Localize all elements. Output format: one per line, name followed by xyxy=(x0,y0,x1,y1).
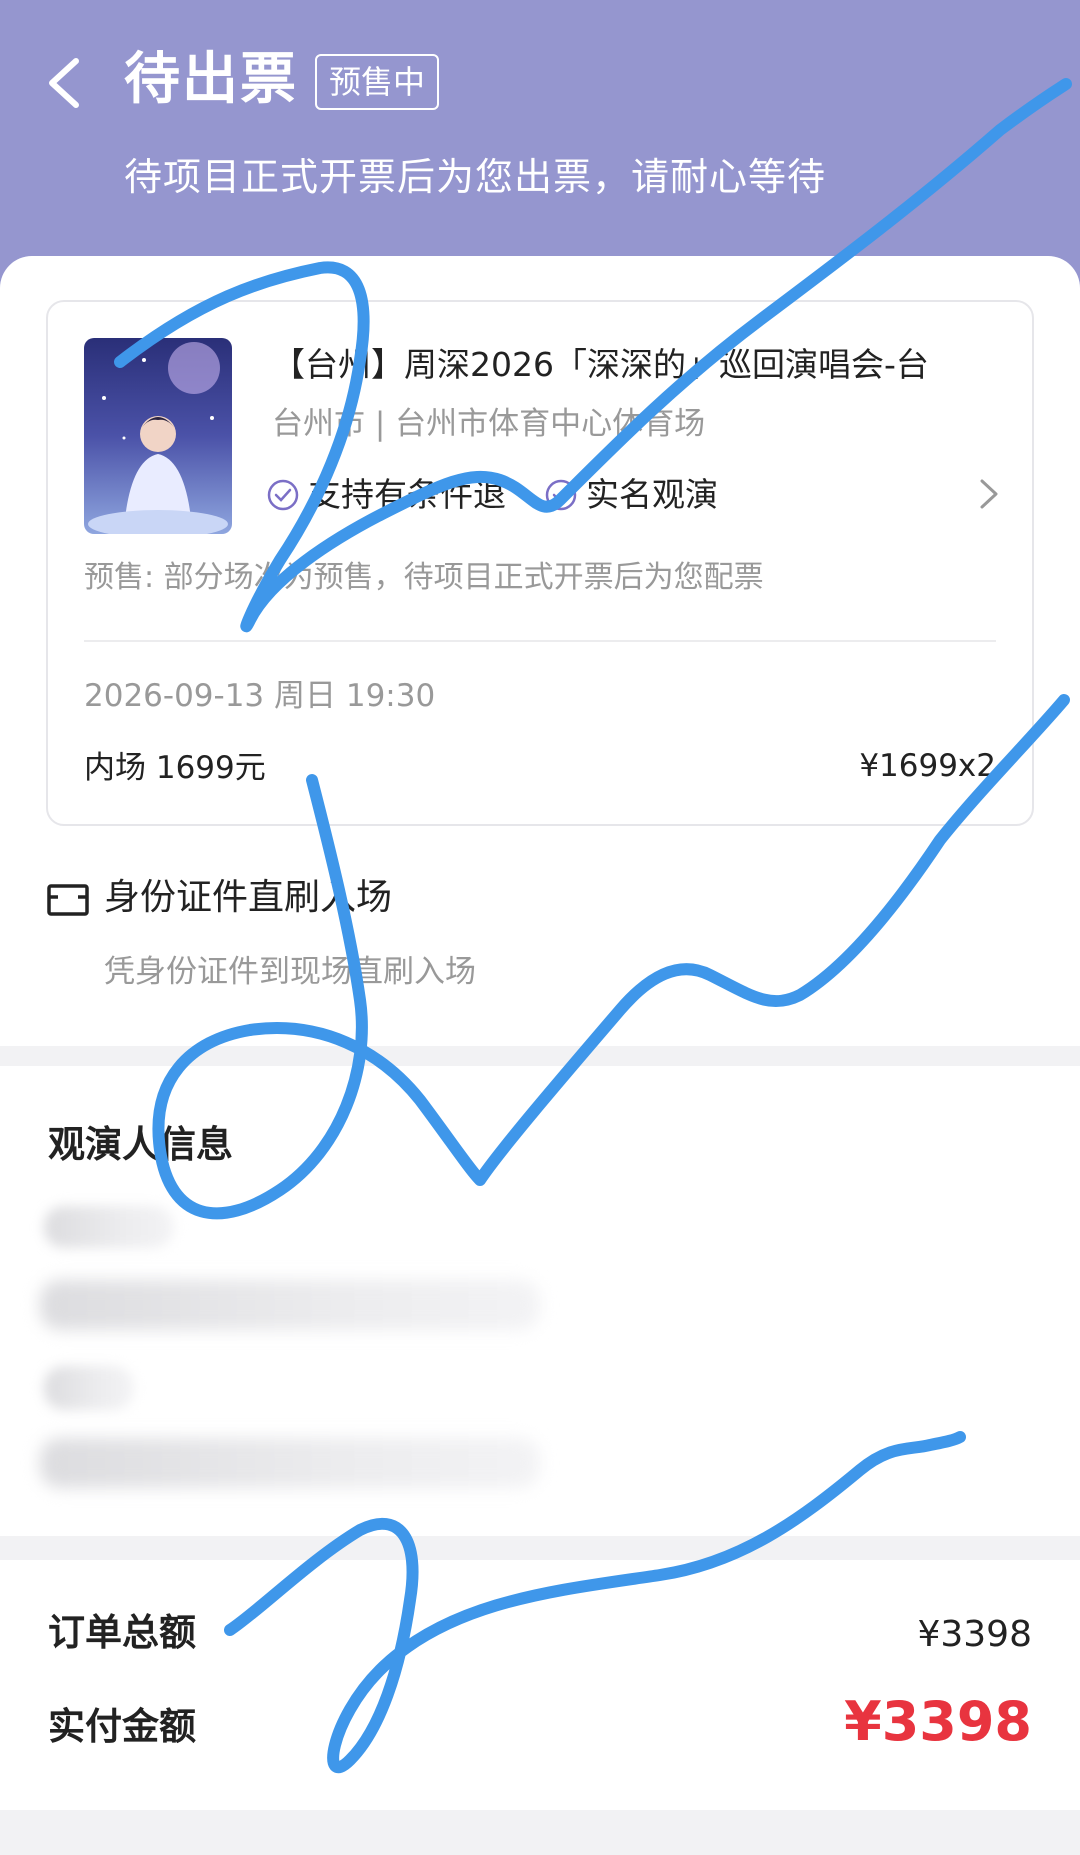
tag-realname: 实名观演 xyxy=(544,473,718,517)
entry-method-desc: 凭身份证件到现场直刷入场 xyxy=(104,954,476,990)
back-arrow-icon[interactable] xyxy=(44,55,84,111)
check-circle-icon xyxy=(545,479,577,511)
header: 待出票 预售中 待项目正式开票后为您出票，请耐心等待 xyxy=(0,0,1080,300)
page-subtitle: 待项目正式开票后为您出票，请耐心等待 xyxy=(124,155,827,199)
viewer-info-title: 观演人信息 xyxy=(48,1123,233,1166)
status-badge: 预售中 xyxy=(315,54,440,110)
event-poster-image xyxy=(84,338,232,534)
seat-tier: 内场 1699元 xyxy=(84,750,266,786)
tag-refund: 支持有条件退 xyxy=(266,473,506,517)
order-card[interactable]: 【台州】周深2026「深深的」巡回演唱会-台 台州市 | 台州市体育中心体育场 … xyxy=(46,300,1034,826)
viewer-name-redacted xyxy=(44,1366,134,1410)
entry-method-title: 身份证件直刷入场 xyxy=(104,877,393,918)
presale-note: 预售: 部分场次为预售，待项目正式开票后为您配票 xyxy=(84,560,764,595)
show-title: 【台州】周深2026「深深的」巡回演唱会-台 xyxy=(272,345,929,384)
order-sheet: 【台州】周深2026「深深的」巡回演唱会-台 台州市 | 台州市体育中心体育场 … xyxy=(0,256,1080,1046)
order-totals-section: 订单总额 ¥3398 实付金额 ¥3398 xyxy=(0,1560,1080,1810)
page-title: 待出票 xyxy=(124,47,298,112)
chevron-right-icon[interactable] xyxy=(978,477,1000,511)
divider xyxy=(84,640,996,642)
tag-label: 实名观演 xyxy=(586,475,718,514)
service-tags: 支持有条件退 实名观演 xyxy=(266,470,756,520)
viewer-id-redacted xyxy=(40,1438,540,1488)
viewer-name-redacted xyxy=(44,1206,174,1248)
viewer-id-redacted xyxy=(40,1280,540,1330)
paid-amount-label: 实付金额 xyxy=(48,1705,196,1748)
order-total-value: ¥3398 xyxy=(917,1614,1032,1655)
show-datetime: 2026-09-13 周日 19:30 xyxy=(84,678,436,714)
venue-text: 台州市 | 台州市体育中心体育场 xyxy=(272,406,706,442)
viewer-info-section: 观演人信息 xyxy=(0,1066,1080,1536)
check-circle-icon xyxy=(267,479,299,511)
order-total-label: 订单总额 xyxy=(48,1611,196,1654)
tag-label: 支持有条件退 xyxy=(308,475,506,514)
ticket-price: ¥1699x2 xyxy=(859,748,996,784)
paid-amount-value: ¥3398 xyxy=(844,1690,1032,1753)
id-card-icon xyxy=(47,884,89,916)
